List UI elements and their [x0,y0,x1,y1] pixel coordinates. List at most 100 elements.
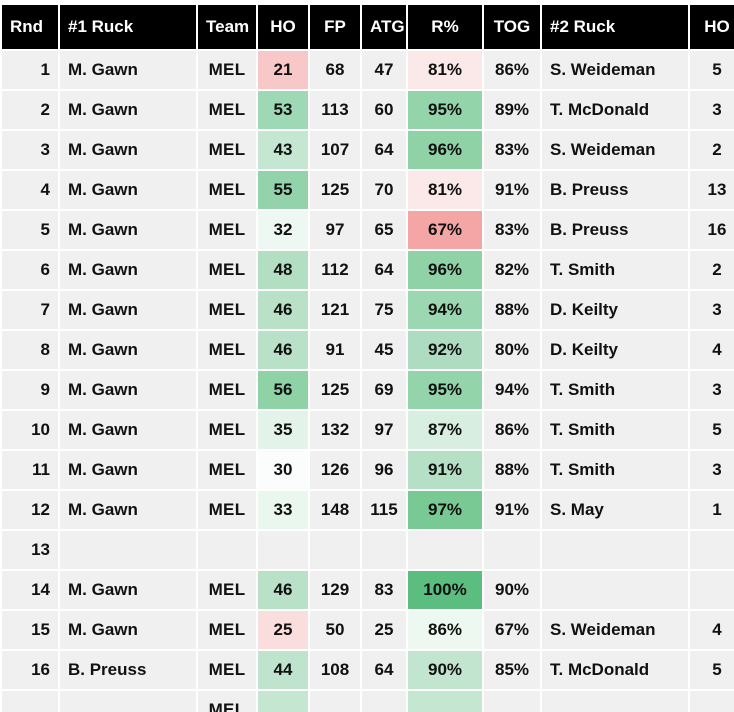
column-header-atg[interactable]: ATG [362,5,406,49]
cell-rnd: 4 [2,171,58,209]
column-header-ruck1[interactable]: #1 Ruck [60,5,196,49]
team-badge: MEL [198,251,256,289]
cell-ho1: 21 [258,51,308,89]
cell-fp: 121 [310,291,360,329]
column-header-ho2[interactable]: HO [690,5,734,49]
column-header-ho1[interactable]: HO [258,5,308,49]
cell-ruck2: D. Keilty [542,291,688,329]
cell-ho1: 43 [258,131,308,169]
cell-fp: 68 [310,51,360,89]
cell-ho1: 48 [258,251,308,289]
cell-rnd: 7 [2,291,58,329]
cell-ho2: 4 [690,331,734,369]
cell-fp: 129 [310,571,360,609]
cell-fp: 113 [310,91,360,129]
cell-ruck1: M. Gawn [60,171,196,209]
team-badge: MEL [198,411,256,449]
cell-rpct: 95% [408,91,482,129]
table-row: 7 M. Gawn MEL 46 121 75 94% 88% D. Keilty 3 [2,291,734,329]
cell-ho1: 55 [258,171,308,209]
column-header-tog[interactable]: TOG [484,5,540,49]
cell-ho2: 5 [690,51,734,89]
cell-atg: 75 [362,291,406,329]
cell-ho2: 5 [690,651,734,689]
cell-ruck2: T. Smith [542,251,688,289]
cell-rnd: 16 [2,651,58,689]
cell-ho1: 32 [258,211,308,249]
cell-ho1 [258,531,308,569]
table-row: 14 M. Gawn MEL 46 129 83 100% 90% [2,571,734,609]
cell-fp: 108 [310,651,360,689]
cell-ho1: 30 [258,451,308,489]
cell-rnd: 11 [2,451,58,489]
cell-rpct: 96% [408,131,482,169]
cell-tog: 83% [484,211,540,249]
cell-rnd [2,691,58,712]
team-badge: MEL [198,651,256,689]
cell-ruck2 [542,571,688,609]
team-badge: MEL [198,211,256,249]
table-row: 9 M. Gawn MEL 56 125 69 95% 94% T. Smith 3 [2,371,734,409]
team-badge: MEL [198,611,256,649]
cell-rnd: 12 [2,491,58,529]
cell-ruck1: M. Gawn [60,131,196,169]
cell-ruck2: S. Weideman [542,131,688,169]
cell-ho2: 16 [690,211,734,249]
cell-tog: 91% [484,491,540,529]
column-header-rpct[interactable]: R% [408,5,482,49]
table-row: 1 M. Gawn MEL 21 68 47 81% 86% S. Weideman 5 [2,51,734,89]
cell-ruck2: S. Weideman [542,611,688,649]
cell-atg: 96 [362,451,406,489]
cell-atg: 60 [362,91,406,129]
column-header-ruck2[interactable]: #2 Ruck [542,5,688,49]
table-row: 12 M. Gawn MEL 33 148 115 97% 91% S. May 1 [2,491,734,529]
team-badge: MEL [198,171,256,209]
cell-tog: 88% [484,451,540,489]
cell-ho2: 1 [690,491,734,529]
ruck-stats-table: Rnd #1 Ruck Team HO FP ATG R% TOG #2 Ruck HO 1 M. … [0,3,734,712]
cell-ho2: 2 [690,251,734,289]
cell-ruck1: M. Gawn [60,331,196,369]
header-row: Rnd #1 Ruck Team HO FP ATG R% TOG #2 Ruck HO [2,5,734,49]
cell-ruck1: M. Gawn [60,411,196,449]
table-header: Rnd #1 Ruck Team HO FP ATG R% TOG #2 Ruck HO [2,5,734,49]
cell-ruck1: M. Gawn [60,251,196,289]
cell-ruck2: T. Smith [542,411,688,449]
cell-fp [310,691,360,712]
cell-tog: 86% [484,411,540,449]
column-header-fp[interactable]: FP [310,5,360,49]
cell-ho1: 33 [258,491,308,529]
table-row: 5 M. Gawn MEL 32 97 65 67% 83% B. Preuss 16 [2,211,734,249]
cell-rnd: 14 [2,571,58,609]
cell-ho1: 25 [258,611,308,649]
cell-tog: 80% [484,331,540,369]
cell-ho1: 46 [258,571,308,609]
table-row: 3 M. Gawn MEL 43 107 64 96% 83% S. Weideman 2 [2,131,734,169]
cell-ho1: 35 [258,411,308,449]
cell-rnd: 3 [2,131,58,169]
cell-atg: 45 [362,331,406,369]
cell-rpct: 86% [408,611,482,649]
cell-ruck2: T. McDonald [542,91,688,129]
cell-fp: 50 [310,611,360,649]
cell-ruck2 [542,531,688,569]
cell-ruck1: M. Gawn [60,51,196,89]
team-badge: MEL [198,291,256,329]
cell-tog: 89% [484,91,540,129]
cell-rnd: 8 [2,331,58,369]
cell-ruck1: M. Gawn [60,611,196,649]
cell-ruck2: S. May [542,491,688,529]
cell-ruck1 [60,691,196,712]
column-header-team[interactable]: Team [198,5,256,49]
cell-rnd: 2 [2,91,58,129]
cell-ho1: 46 [258,331,308,369]
cell-tog: 85% [484,651,540,689]
cell-rpct [408,691,482,712]
cell-fp: 112 [310,251,360,289]
table-row: 13 [2,531,734,569]
cell-rnd: 1 [2,51,58,89]
column-header-rnd[interactable]: Rnd [2,5,58,49]
table-row: 15 M. Gawn MEL 25 50 25 86% 67% S. Weideman 4 [2,611,734,649]
cell-ruck2: T. McDonald [542,651,688,689]
cell-fp: 91 [310,331,360,369]
